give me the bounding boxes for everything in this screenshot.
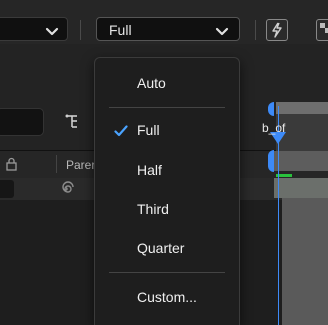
hierarchy-icon[interactable] [62,112,82,132]
lock-icon [6,157,18,176]
menu-item-label: Full [137,122,160,138]
menu-item-half[interactable]: Half [95,155,239,187]
toolbar-divider [80,20,81,40]
menu-item-label: Half [137,162,162,178]
timeline-label: b_of [262,121,286,135]
column-divider [56,155,57,173]
chevron-down-icon [45,24,59,42]
menu-item-quarter[interactable]: Quarter [95,233,239,265]
resolution-value: Full [109,22,132,38]
menu-divider [109,272,225,273]
resolution-dropdown-menu: Auto Full Half Third Quarter Custom... [94,57,240,325]
parent-column-header[interactable]: Parer [66,158,95,172]
fast-preview-icon[interactable] [266,19,288,41]
resolution-select[interactable]: Full [96,17,240,41]
magnification-select[interactable] [0,17,68,41]
timeline-track-area [282,198,328,325]
menu-item-label: Third [137,201,169,217]
app-window: Full Parer b_of Auto Full Half Third Qua… [0,0,328,325]
layer-switch-cell[interactable] [0,180,14,198]
menu-item-auto[interactable]: Auto [95,68,239,100]
menu-item-label: Custom... [137,289,197,305]
menu-item-full[interactable]: Full [95,115,239,147]
transparency-grid-icon[interactable] [316,19,328,41]
pick-whip-icon[interactable] [58,181,74,202]
check-icon [114,124,128,142]
time-ruler[interactable] [276,102,328,114]
layer-search-input[interactable] [0,108,44,136]
menu-divider [109,107,225,108]
layer-duration-bar[interactable] [274,178,328,198]
timeline-panel: b_of [262,44,328,325]
work-area-start-handle[interactable] [268,150,274,172]
composition-toolbar: Full [0,0,328,45]
menu-item-third[interactable]: Third [95,194,239,226]
menu-item-label: Auto [137,75,166,91]
menu-item-label: Quarter [137,240,185,256]
menu-item-custom[interactable]: Custom... [95,282,239,314]
chevron-down-icon [215,24,229,42]
toolbar-divider [255,20,256,40]
work-area-start-handle[interactable] [268,102,274,116]
